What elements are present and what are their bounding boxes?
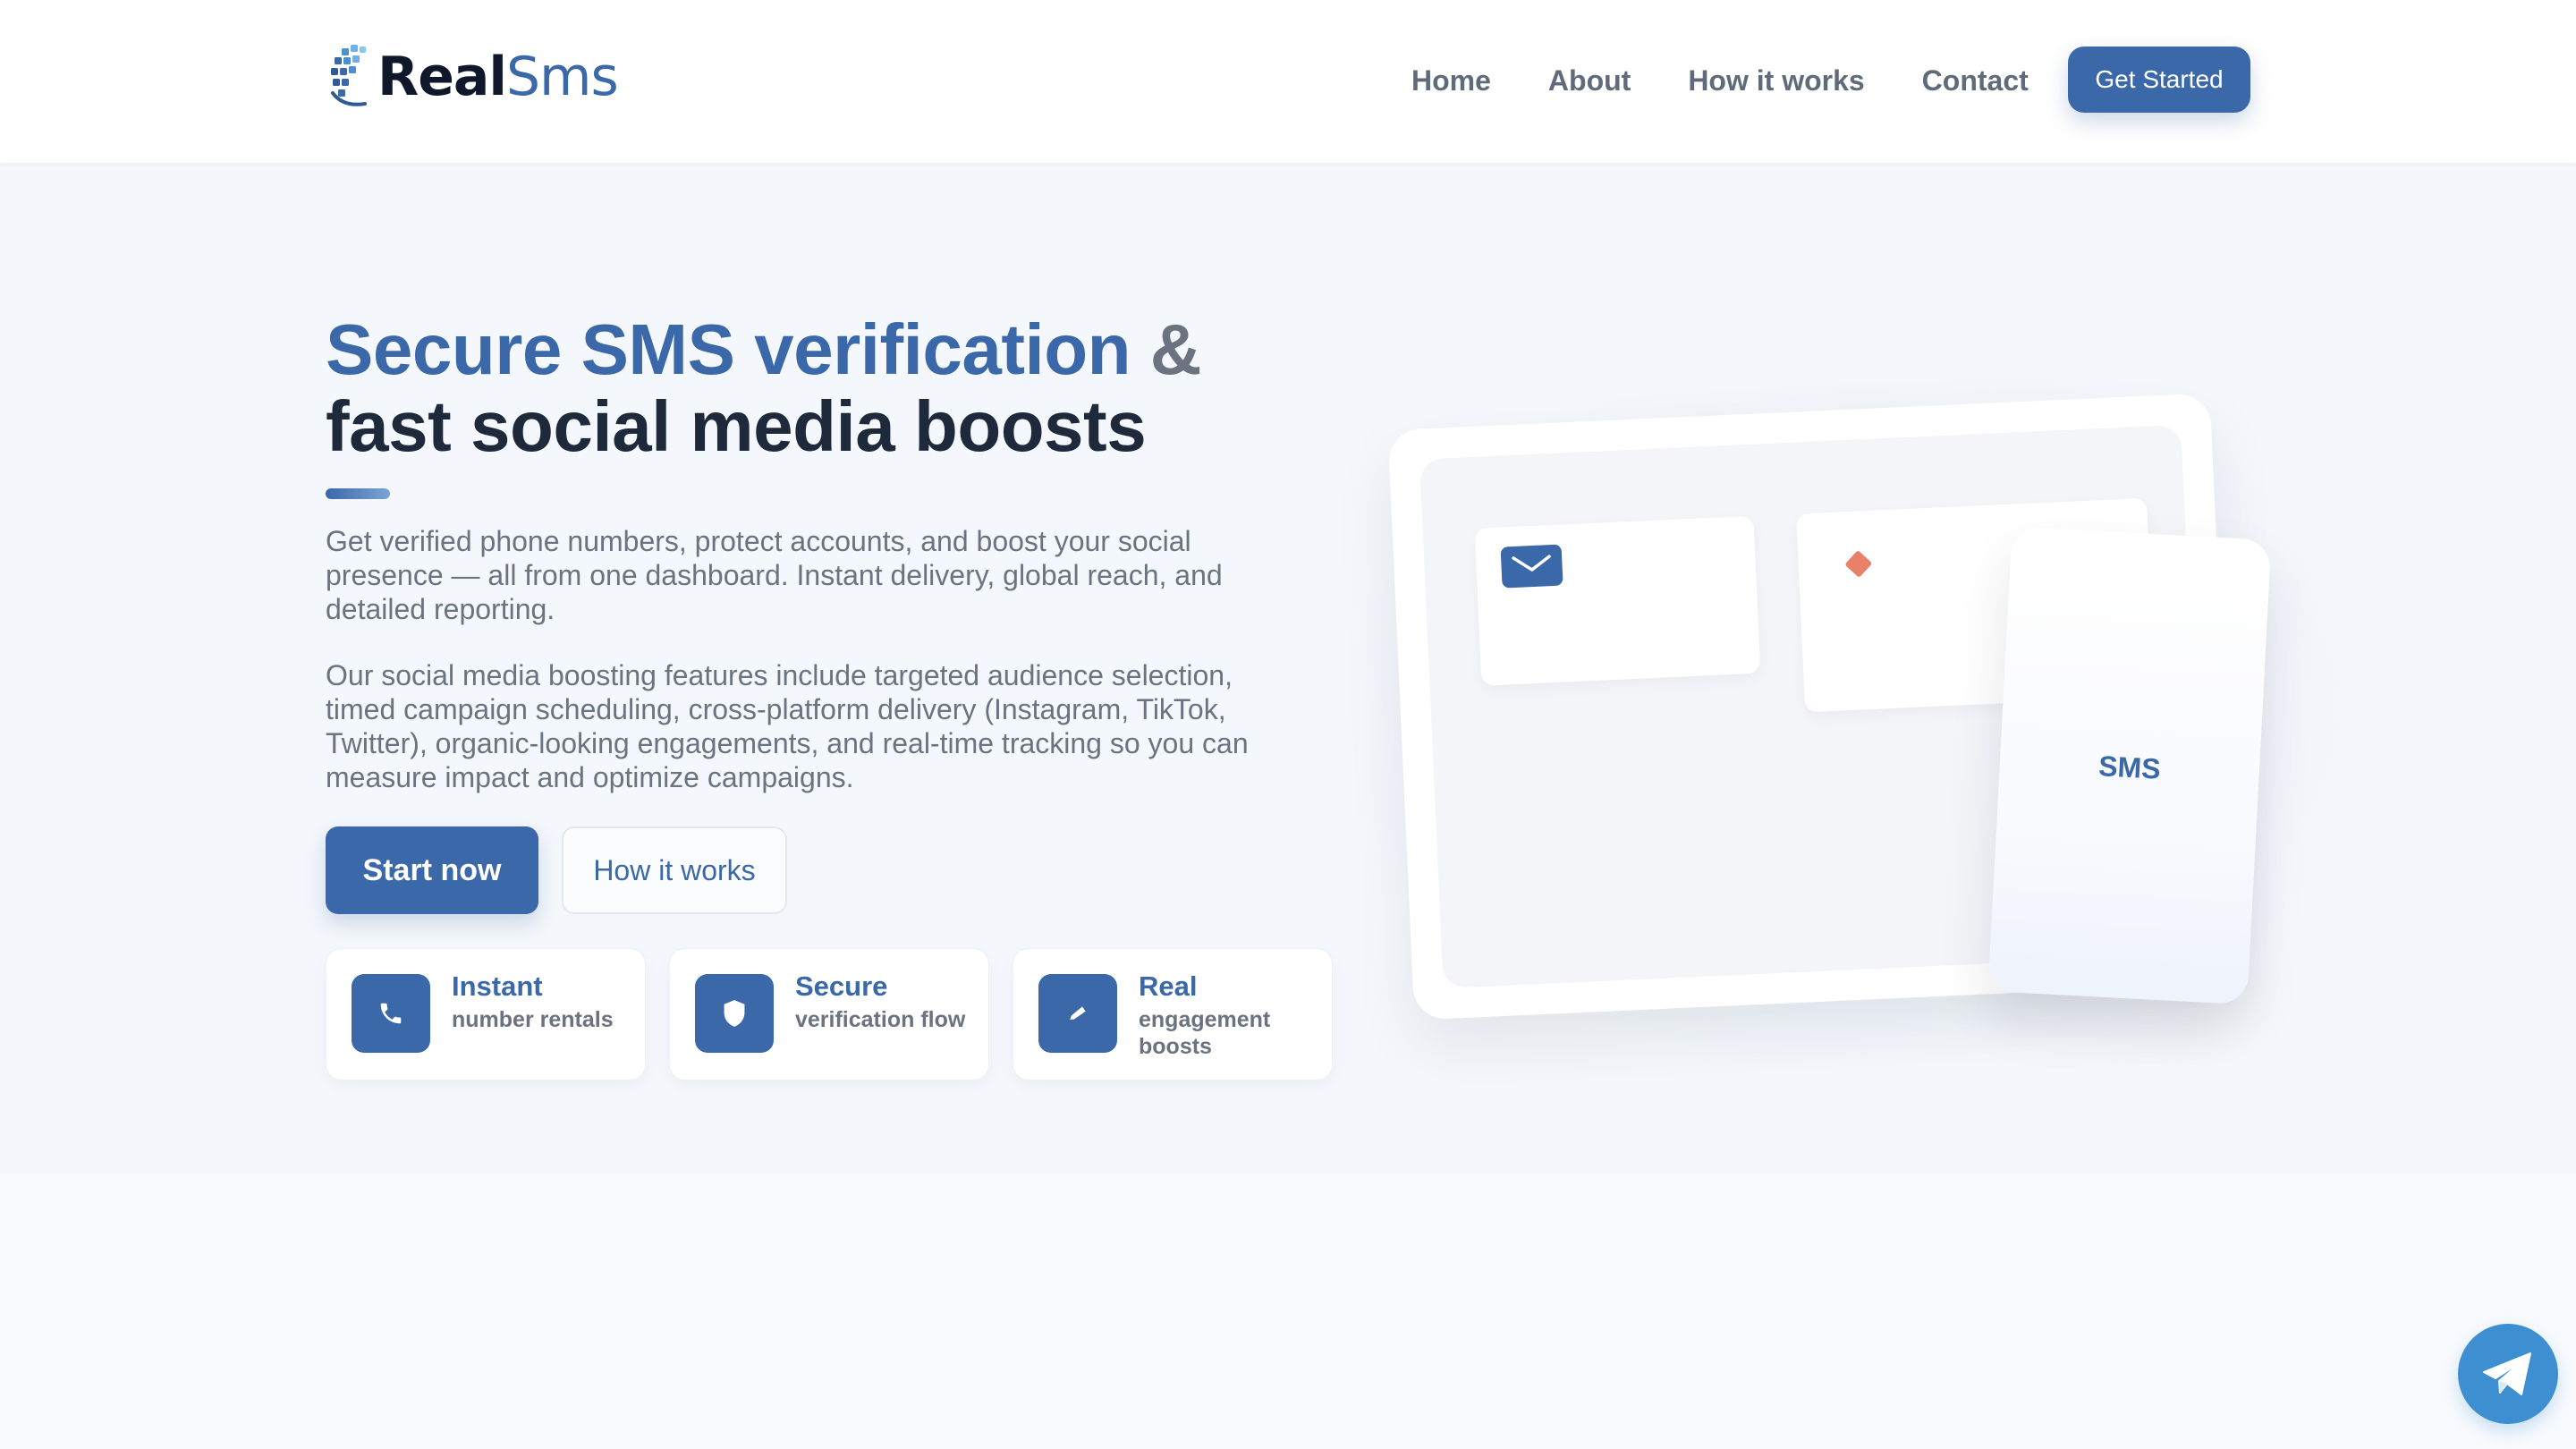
mail-icon [1500, 544, 1563, 589]
feature-card-real: Real engagement boosts [1013, 948, 1333, 1080]
feature-subtitle: number rentals [452, 1007, 614, 1032]
brand-name: RealSms [377, 46, 619, 108]
diamond-icon [1844, 549, 1873, 579]
nav-link-home[interactable]: Home [1411, 47, 1491, 114]
phone-mockup: SMS [1987, 526, 2272, 1005]
shield-icon [695, 974, 774, 1053]
feature-subtitle: verification flow [795, 1007, 966, 1032]
globe-logo-icon [331, 45, 367, 106]
hero-title-ampersand: & [1149, 309, 1202, 389]
hero-description: Get verified phone numbers, protect acco… [326, 525, 1223, 625]
top-navbar: RealSms Home About How it works Contact … [0, 0, 2576, 163]
hero-title-second-line: fast social media boosts [326, 386, 1147, 466]
hero-title: Secure SMS verification & fast social me… [326, 311, 1201, 465]
brand-name-part2: Sms [505, 46, 619, 108]
start-now-button[interactable]: Start now [326, 826, 538, 914]
next-section [0, 1174, 2576, 1449]
brand-logo[interactable]: RealSms [326, 32, 619, 122]
hero-title-highlight: Secure SMS verification [326, 309, 1131, 389]
pen-icon [1038, 974, 1117, 1053]
feature-card-secure: Secure verification flow [669, 948, 989, 1080]
feature-card-instant: Instant number rentals [326, 948, 646, 1080]
feature-title: Instant [452, 970, 543, 1002]
telegram-icon [2483, 1352, 2531, 1395]
brand-name-part1: Real [377, 46, 507, 108]
feature-title: Real [1139, 970, 1198, 1002]
message-card [1474, 515, 1761, 686]
phone-sms-label: SMS [2097, 750, 2162, 785]
feature-subtitle: engagement boosts [1139, 1007, 1271, 1059]
nav-link-contact[interactable]: Contact [1922, 47, 2029, 114]
get-started-button[interactable]: Get Started [2068, 47, 2250, 113]
how-it-works-button[interactable]: How it works [562, 826, 787, 914]
telegram-chat-button[interactable] [2458, 1324, 2558, 1424]
title-accent-bar [326, 488, 390, 499]
feature-title: Secure [795, 970, 888, 1002]
nav-link-about[interactable]: About [1548, 47, 1631, 114]
hero-features-description: Our social media boosting features inclu… [326, 659, 1249, 793]
nav-links: Home About How it works Contact [1411, 47, 2029, 114]
nav-link-how-it-works[interactable]: How it works [1688, 47, 1864, 114]
phone-icon [352, 974, 430, 1053]
